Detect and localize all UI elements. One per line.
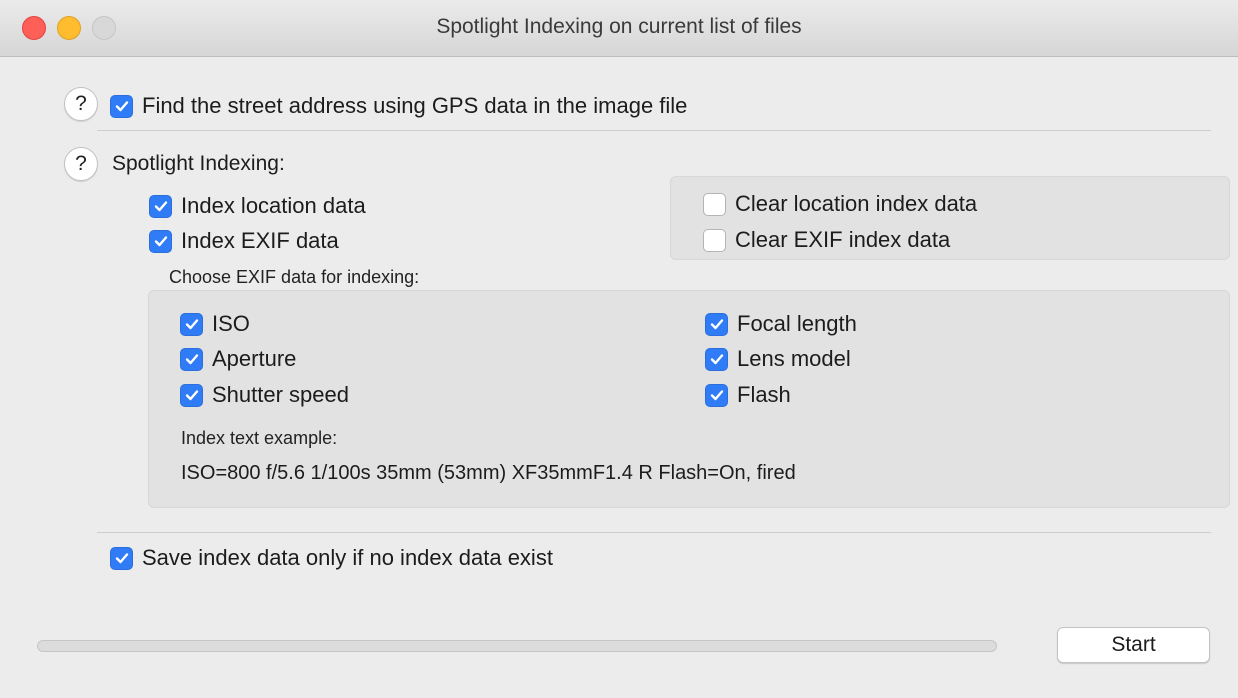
checkmark-icon (710, 390, 723, 401)
window-title: Spotlight Indexing on current list of fi… (436, 15, 802, 38)
title-bar: Spotlight Indexing on current list of fi… (0, 0, 1238, 57)
checkmark-icon (185, 354, 198, 365)
dialog-window: Spotlight Indexing on current list of fi… (0, 0, 1238, 698)
exif-iso-checkbox[interactable] (180, 312, 203, 336)
exif-flash-checkbox[interactable] (705, 383, 728, 407)
exif-aperture-option[interactable]: Aperture (180, 346, 296, 372)
index-location-label: Index location data (181, 193, 366, 218)
index-example-heading: Index text example: (181, 428, 338, 448)
save-only-checkbox[interactable] (110, 546, 133, 570)
index-exif-option[interactable]: Index EXIF data (149, 228, 339, 254)
exif-aperture-checkbox[interactable] (180, 347, 203, 371)
gps-address-checkbox[interactable] (110, 94, 133, 118)
clear-exif-checkbox[interactable] (703, 228, 726, 252)
checkmark-icon (710, 319, 723, 330)
index-exif-checkbox[interactable] (149, 229, 172, 253)
clear-exif-label: Clear EXIF index data (735, 227, 951, 252)
checkmark-icon (154, 201, 167, 212)
save-only-option[interactable]: Save index data only if no index data ex… (110, 545, 553, 571)
exif-flash-label: Flash (737, 382, 791, 407)
spotlight-heading: Spotlight Indexing: (112, 152, 285, 175)
checkmark-icon (115, 101, 128, 112)
clear-location-option[interactable]: Clear location index data (703, 191, 977, 217)
exif-focal-label: Focal length (737, 311, 857, 336)
progress-bar (37, 640, 997, 652)
save-only-label: Save index data only if no index data ex… (142, 545, 553, 570)
index-exif-label: Index EXIF data (181, 228, 339, 253)
exif-lens-label: Lens model (737, 346, 851, 371)
exif-focal-checkbox[interactable] (705, 312, 728, 336)
checkmark-icon (154, 236, 167, 247)
checkmark-icon (710, 354, 723, 365)
clear-exif-option[interactable]: Clear EXIF index data (703, 227, 950, 253)
exif-shutter-option[interactable]: Shutter speed (180, 382, 349, 408)
clear-location-checkbox[interactable] (703, 192, 726, 216)
exif-focal-option[interactable]: Focal length (705, 311, 857, 337)
gps-address-option[interactable]: Find the street address using GPS data i… (110, 93, 687, 119)
exif-lens-checkbox[interactable] (705, 347, 728, 371)
gps-help-button[interactable]: ? (64, 87, 98, 121)
separator (97, 130, 1211, 131)
index-location-checkbox[interactable] (149, 194, 172, 218)
checkmark-icon (185, 319, 198, 330)
exif-iso-option[interactable]: ISO (180, 311, 250, 337)
exif-iso-label: ISO (212, 311, 250, 336)
spotlight-help-button[interactable]: ? (64, 147, 98, 181)
exif-choose-heading: Choose EXIF data for indexing: (169, 267, 420, 287)
separator (97, 532, 1211, 533)
checkmark-icon (115, 553, 128, 564)
exif-shutter-label: Shutter speed (212, 382, 349, 407)
exif-shutter-checkbox[interactable] (180, 383, 203, 407)
clear-location-label: Clear location index data (735, 191, 978, 216)
start-button[interactable]: Start (1057, 627, 1210, 663)
gps-address-label: Find the street address using GPS data i… (142, 93, 688, 118)
checkmark-icon (185, 390, 198, 401)
index-example-text: ISO=800 f/5.6 1/100s 35mm (53mm) XF35mmF… (181, 462, 796, 484)
index-location-option[interactable]: Index location data (149, 193, 366, 219)
exif-lens-option[interactable]: Lens model (705, 346, 851, 372)
exif-flash-option[interactable]: Flash (705, 382, 791, 408)
exif-aperture-label: Aperture (212, 346, 297, 371)
